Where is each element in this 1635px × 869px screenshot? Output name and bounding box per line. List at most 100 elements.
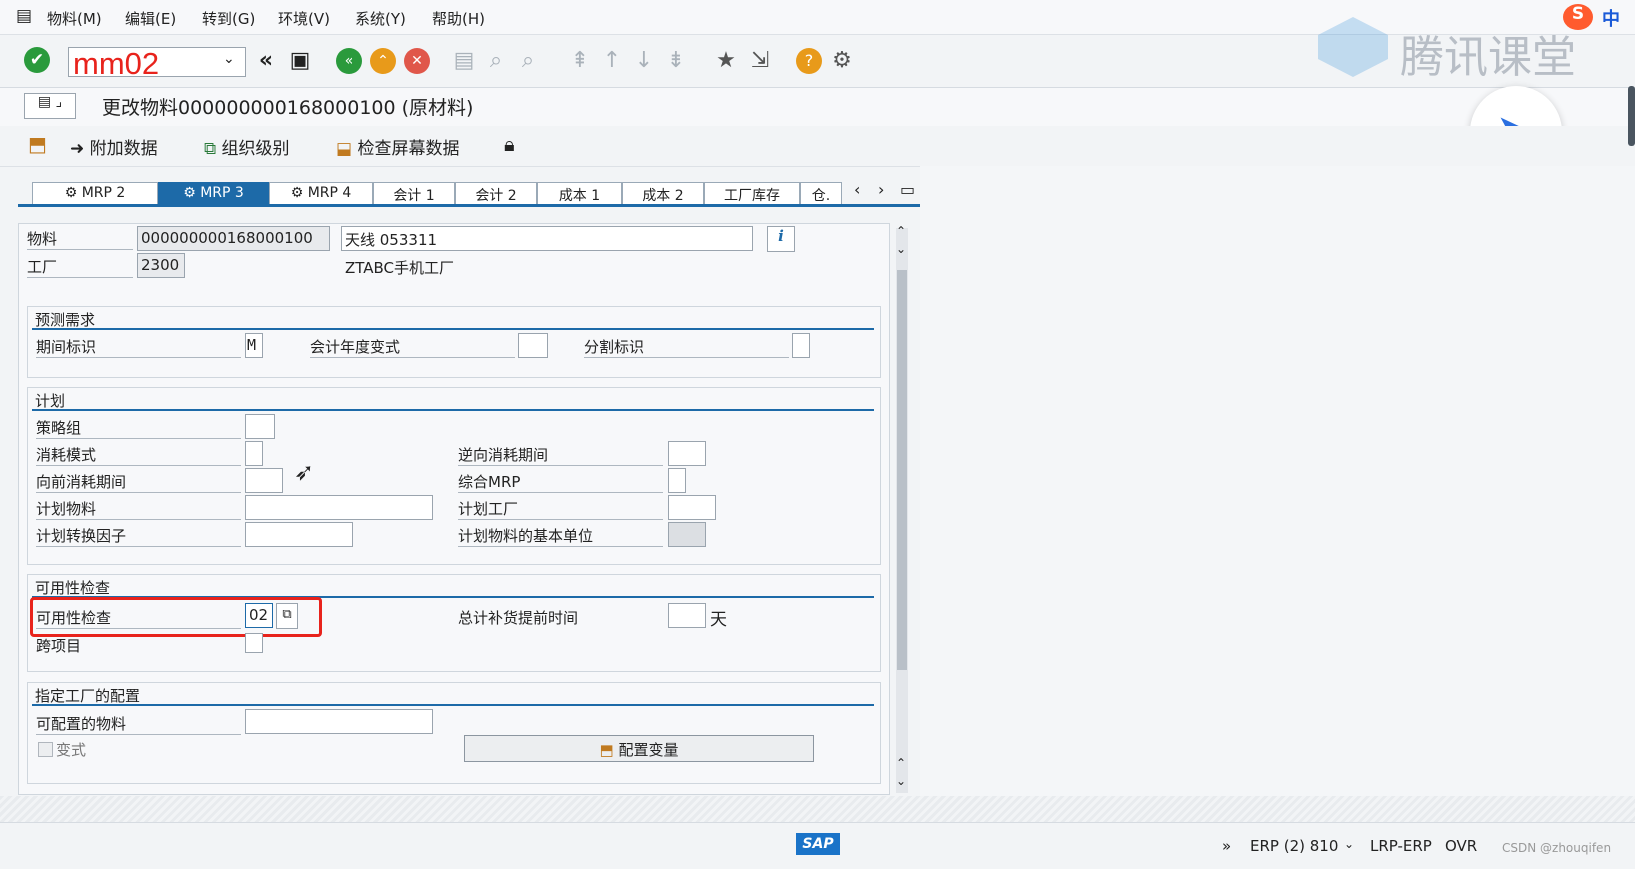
fiscal-year-variant-field[interactable] bbox=[518, 333, 548, 358]
cross-project-checkbox[interactable] bbox=[245, 633, 263, 653]
back-icon[interactable]: « bbox=[336, 48, 362, 74]
split-indicator-field[interactable] bbox=[792, 333, 810, 358]
chevron-down-icon[interactable]: ⌄ bbox=[223, 51, 235, 67]
scroll-up-icon[interactable]: ⌃ bbox=[896, 756, 906, 770]
mixed-mrp-field[interactable] bbox=[668, 468, 686, 493]
status-bar: SAP » ERP (2) 810 ⌄ LRP-ERP OVR CSDN @zh… bbox=[0, 822, 1635, 869]
vertical-scrollbar[interactable]: ⌃ ⌄ ⌃ ⌄ bbox=[896, 224, 908, 793]
configurable-material-field[interactable] bbox=[245, 709, 433, 734]
material-field: 000000000168000100 bbox=[137, 226, 330, 251]
tab-mrp3[interactable]: ⚙ MRP 3 bbox=[158, 182, 269, 204]
print-icon[interactable]: ▤ bbox=[450, 47, 478, 75]
command-field[interactable]: mm02 ⌄ bbox=[68, 46, 246, 81]
tab-mrp4[interactable]: ⚙ MRP 4 bbox=[269, 182, 373, 204]
scroll-up-icon[interactable]: ⌃ bbox=[896, 224, 906, 238]
new-session-icon[interactable]: ★ bbox=[712, 47, 740, 75]
menu-help[interactable]: 帮助(H) bbox=[432, 8, 485, 29]
menu-system[interactable]: 系统(Y) bbox=[355, 8, 406, 29]
window-scrollbar[interactable] bbox=[1628, 86, 1635, 146]
check-data-icon: ⬓ bbox=[336, 139, 353, 159]
scroll-down-icon[interactable]: ⌄ bbox=[896, 242, 906, 256]
plant-field: 2300 bbox=[137, 253, 185, 278]
exit-icon[interactable]: ⌃ bbox=[370, 48, 396, 74]
total-leadtime-field[interactable] bbox=[668, 603, 706, 628]
planning-group: 计划 策略组 消耗模式 逆向消耗期间 向前消耗期间 ➶ 综合MRP 计划物料 计… bbox=[27, 387, 881, 565]
footer-pattern bbox=[0, 796, 1635, 822]
period-indicator-label: 期间标识 bbox=[36, 336, 241, 358]
tab-costing1[interactable]: 成本 1 bbox=[537, 182, 622, 204]
save-icon[interactable]: ▣ bbox=[286, 47, 314, 75]
chevron-down-icon[interactable]: ⌄ bbox=[1344, 837, 1354, 851]
period-indicator-field[interactable]: M bbox=[245, 333, 263, 358]
planning-plant-label: 计划工厂 bbox=[458, 498, 663, 520]
group-divider bbox=[32, 704, 874, 706]
command-field-text: mm02 bbox=[73, 46, 160, 81]
tab-scroll-left-icon[interactable]: ‹ bbox=[854, 180, 860, 199]
group-divider bbox=[32, 409, 874, 411]
system-info[interactable]: ERP (2) 810 bbox=[1250, 837, 1338, 855]
forward-consumption-field[interactable] bbox=[245, 468, 283, 493]
tab-warehouse[interactable]: 仓. bbox=[800, 182, 842, 204]
first-page-icon[interactable]: ⇞ bbox=[566, 47, 594, 75]
variant-checkbox[interactable] bbox=[38, 742, 53, 757]
help-icon[interactable]: ? bbox=[796, 48, 822, 74]
scroll-down-icon[interactable]: ⌄ bbox=[896, 774, 906, 788]
backward-consumption-field[interactable] bbox=[668, 441, 706, 466]
csdn-watermark: CSDN @zhouqifen bbox=[1502, 841, 1612, 855]
menu-goto[interactable]: 转到(G) bbox=[202, 8, 255, 29]
shortcut-icon[interactable]: ⇲ bbox=[746, 47, 774, 75]
menu-environment[interactable]: 环境(V) bbox=[278, 8, 330, 29]
plant-config-group: 指定工厂的配置 可配置的物料 变式 ⬒ 配置变量 bbox=[27, 682, 881, 784]
previous-page-icon[interactable]: ↑ bbox=[598, 47, 626, 75]
consumption-mode-field[interactable] bbox=[245, 441, 263, 466]
tab-list-icon[interactable]: ▭ bbox=[900, 180, 915, 199]
last-page-icon[interactable]: ⇟ bbox=[662, 47, 690, 75]
other-material-icon[interactable]: ⬒ bbox=[28, 132, 47, 156]
tab-costing2[interactable]: 成本 2 bbox=[622, 182, 704, 204]
screen-menu-icon[interactable]: ▤ ⌟ bbox=[24, 93, 76, 119]
page-title: 更改物料000000000168000100 (原材料) bbox=[102, 97, 474, 119]
cancel-icon[interactable]: ✕ bbox=[404, 48, 430, 74]
additional-data-button[interactable]: ➜ 附加数据 bbox=[70, 134, 158, 159]
gear-icon[interactable]: ⚙ bbox=[828, 47, 856, 75]
standard-toolbar: ✔ mm02 ⌄ « ▣ « ⌃ ✕ ▤ ⌕ ⌕ ⇞ ↑ ↓ ⇟ ★ ⇲ ? ⚙… bbox=[0, 17, 1635, 88]
menu-icon[interactable]: ▤ bbox=[16, 6, 32, 26]
tab-scroll-right-icon[interactable]: › bbox=[878, 180, 884, 199]
check-screen-data-button[interactable]: ⬓ 检查屏幕数据 bbox=[336, 134, 459, 159]
tab-icon: ⚙ bbox=[290, 185, 304, 201]
lock-icon[interactable]: 🔒︎ bbox=[504, 132, 515, 156]
plant-config-group-title: 指定工厂的配置 bbox=[35, 687, 141, 705]
server-info: LRP-ERP bbox=[1370, 837, 1432, 855]
additional-data-label: 附加数据 bbox=[89, 139, 158, 159]
find-icon[interactable]: ⌕ bbox=[482, 47, 510, 75]
planning-material-field[interactable] bbox=[245, 495, 433, 520]
sap-logo: SAP bbox=[796, 833, 840, 855]
configurable-material-label: 可配置的物料 bbox=[36, 713, 241, 735]
menu-edit[interactable]: 编辑(E) bbox=[125, 8, 176, 29]
material-description-field[interactable]: 天线 053311 bbox=[341, 226, 753, 251]
scroll-thumb[interactable] bbox=[897, 270, 907, 670]
config-variant-button[interactable]: ⬒ 配置变量 bbox=[464, 735, 814, 762]
next-page-icon[interactable]: ↓ bbox=[630, 47, 658, 75]
enter-check-icon[interactable]: ✔ bbox=[24, 47, 50, 73]
expand-status-icon[interactable]: » bbox=[1222, 837, 1231, 855]
tab-accounting1[interactable]: 会计 1 bbox=[373, 182, 455, 204]
material-label: 物料 bbox=[27, 228, 133, 250]
tab-accounting2[interactable]: 会计 2 bbox=[455, 182, 537, 204]
forecast-group-title: 预测需求 bbox=[35, 311, 96, 329]
arrow-right-icon: ➜ bbox=[70, 139, 85, 159]
split-indicator-label: 分割标识 bbox=[584, 336, 789, 358]
config-variant-label: 配置变量 bbox=[618, 741, 679, 759]
conversion-factor-field[interactable] bbox=[245, 522, 353, 547]
org-levels-button[interactable]: ⧉ 组织级别 bbox=[204, 134, 290, 159]
find-next-icon[interactable]: ⌕ bbox=[514, 47, 542, 75]
menu-material[interactable]: 物料(M) bbox=[47, 8, 102, 29]
tab-mrp4-label: MRP 4 bbox=[307, 185, 352, 201]
planning-plant-field[interactable] bbox=[668, 495, 716, 520]
history-icon[interactable]: « bbox=[252, 47, 280, 75]
info-icon[interactable]: i bbox=[767, 226, 795, 252]
strategy-group-field[interactable] bbox=[245, 414, 275, 439]
plant-description: ZTABC手机工厂 bbox=[345, 259, 455, 277]
tab-plant-stock[interactable]: 工厂库存 bbox=[704, 182, 800, 204]
tab-mrp2[interactable]: ⚙ MRP 2 bbox=[32, 182, 158, 204]
